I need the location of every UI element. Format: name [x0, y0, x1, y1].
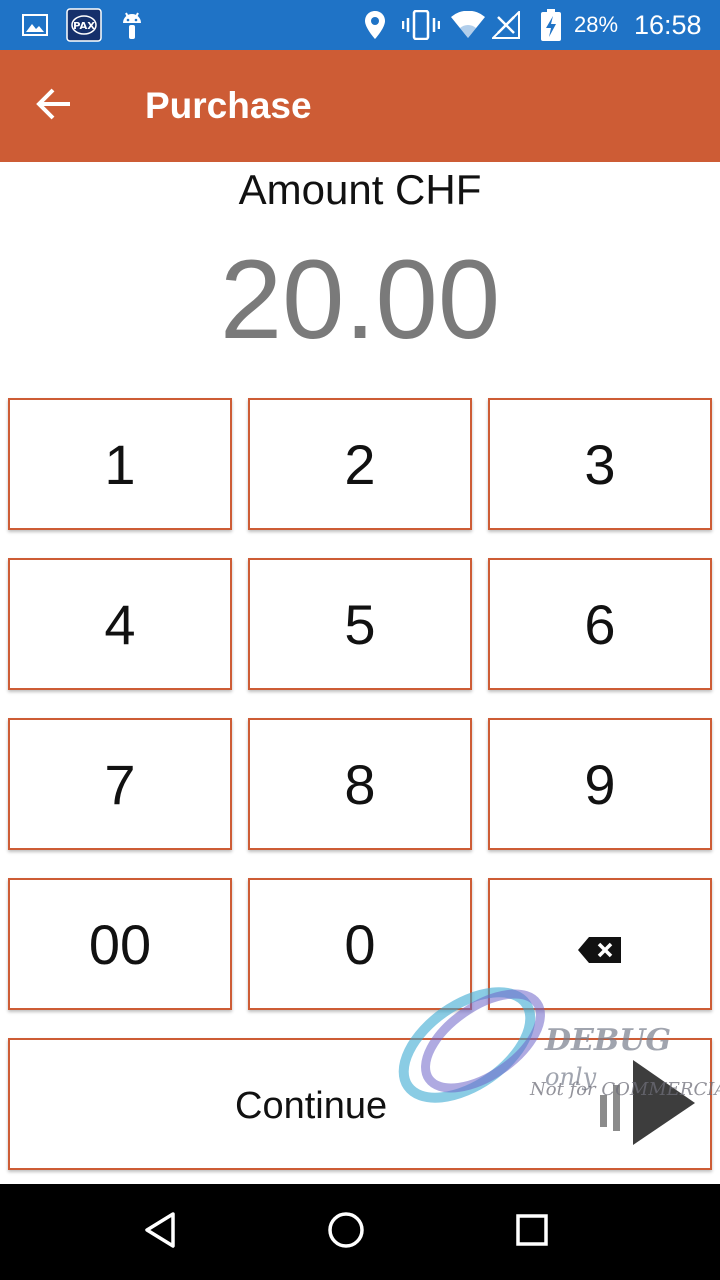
key-5[interactable]: 5: [248, 558, 472, 690]
continue-button[interactable]: Continue: [8, 1038, 712, 1170]
key-00[interactable]: 00: [8, 878, 232, 1010]
nav-home-button[interactable]: [316, 1202, 376, 1262]
android-icon: [118, 0, 146, 50]
page-title: Purchase: [145, 85, 312, 126]
key-0[interactable]: 0: [248, 878, 472, 1010]
svg-text:PAX: PAX: [73, 21, 95, 32]
app-bar: Purchase: [0, 50, 720, 162]
key-2[interactable]: 2: [248, 398, 472, 530]
pax-icon: PAX: [66, 0, 102, 50]
continue-label: Continue: [235, 1085, 388, 1127]
navigation-bar: [0, 1184, 720, 1280]
amount-value: 20.00: [219, 237, 501, 362]
backspace-icon: [577, 912, 623, 977]
backspace-button[interactable]: [488, 878, 712, 1010]
vibrate-icon: [402, 0, 440, 50]
location-icon: [364, 0, 386, 50]
key-7[interactable]: 7: [8, 718, 232, 850]
signal-icon: [492, 0, 520, 50]
wifi-icon: [450, 0, 486, 50]
key-1[interactable]: 1: [8, 398, 232, 530]
clock: 16:58: [634, 9, 702, 40]
key-4[interactable]: 4: [8, 558, 232, 690]
nav-back-icon: [140, 1210, 180, 1254]
arrow-left-icon: [36, 88, 72, 124]
key-8[interactable]: 8: [248, 718, 472, 850]
nav-back-button[interactable]: [130, 1202, 190, 1262]
battery-charging-icon: [540, 0, 562, 50]
nav-home-icon: [326, 1210, 366, 1254]
amount-label: Amount CHF: [238, 166, 482, 213]
image-icon: [22, 0, 48, 50]
nav-recents-button[interactable]: [502, 1202, 562, 1262]
battery-percent: 28%: [574, 12, 619, 37]
back-button[interactable]: [24, 78, 84, 134]
key-3[interactable]: 3: [488, 398, 712, 530]
status-bar: PAX 28% 16:58: [0, 0, 720, 50]
key-9[interactable]: 9: [488, 718, 712, 850]
nav-recents-icon: [514, 1212, 550, 1252]
key-6[interactable]: 6: [488, 558, 712, 690]
